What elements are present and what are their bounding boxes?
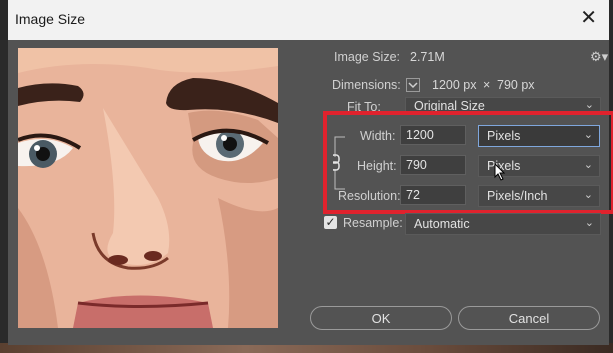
ok-button[interactable]: OK (310, 306, 452, 330)
face-illustration (18, 48, 278, 328)
dialog-titlebar[interactable]: Image Size ✕ (8, 0, 609, 40)
gear-icon[interactable]: ⚙▾ (590, 49, 608, 65)
fit-to-label: Fit To: (347, 100, 381, 114)
chevron-down-icon: ⌄ (583, 129, 593, 141)
chevron-down-icon: ⌄ (583, 159, 593, 171)
checkmark-icon: ✓ (325, 215, 336, 229)
resolution-unit-select[interactable]: Pixels/Inch ⌄ (478, 185, 600, 207)
dimensions-height-value: 790 px (497, 78, 535, 92)
chevron-down-icon (406, 78, 420, 92)
resample-select[interactable]: Automatic ⌄ (405, 213, 601, 235)
image-size-dialog: Image Size ✕ Image Size: 2.71M ⚙▾ Dimens… (8, 0, 613, 345)
background-document-edge (0, 0, 8, 353)
dimensions-width-value: 1200 px (432, 78, 477, 92)
height-input[interactable]: 790 (400, 155, 466, 175)
image-size-value: 2.71M (410, 50, 445, 64)
resample-checkbox[interactable]: ✓ (324, 216, 337, 229)
width-input[interactable]: 1200 (400, 125, 466, 145)
image-preview[interactable] (18, 48, 278, 328)
resolution-unit-value: Pixels/Inch (487, 189, 548, 203)
width-label: Width: (360, 129, 396, 143)
fit-to-select[interactable]: Original Size ⌄ (405, 97, 601, 115)
chevron-down-icon: ⌄ (584, 99, 594, 111)
resample-label: Resample: (343, 216, 403, 230)
height-label: Height: (357, 159, 397, 173)
close-icon[interactable]: ✕ (580, 8, 597, 28)
cancel-button[interactable]: Cancel (458, 306, 600, 330)
resample-value: Automatic (414, 217, 470, 231)
dimensions-separator: × (483, 78, 491, 92)
chevron-down-icon: ⌄ (583, 189, 593, 201)
width-unit-value: Pixels (487, 129, 521, 143)
image-size-label: Image Size: (334, 50, 401, 64)
fit-to-value: Original Size (414, 99, 485, 113)
resolution-input[interactable]: 72 (400, 185, 466, 205)
background-document-edge-right (609, 0, 613, 353)
chevron-down-icon: ⌄ (584, 217, 594, 229)
dimensions-toggle[interactable] (406, 78, 420, 92)
dimensions-label: Dimensions: (332, 78, 401, 92)
width-unit-select[interactable]: Pixels ⌄ (478, 125, 600, 147)
mouse-cursor-icon (494, 163, 506, 181)
dialog-title: Image Size (15, 11, 86, 27)
resolution-label: Resolution: (338, 189, 401, 203)
